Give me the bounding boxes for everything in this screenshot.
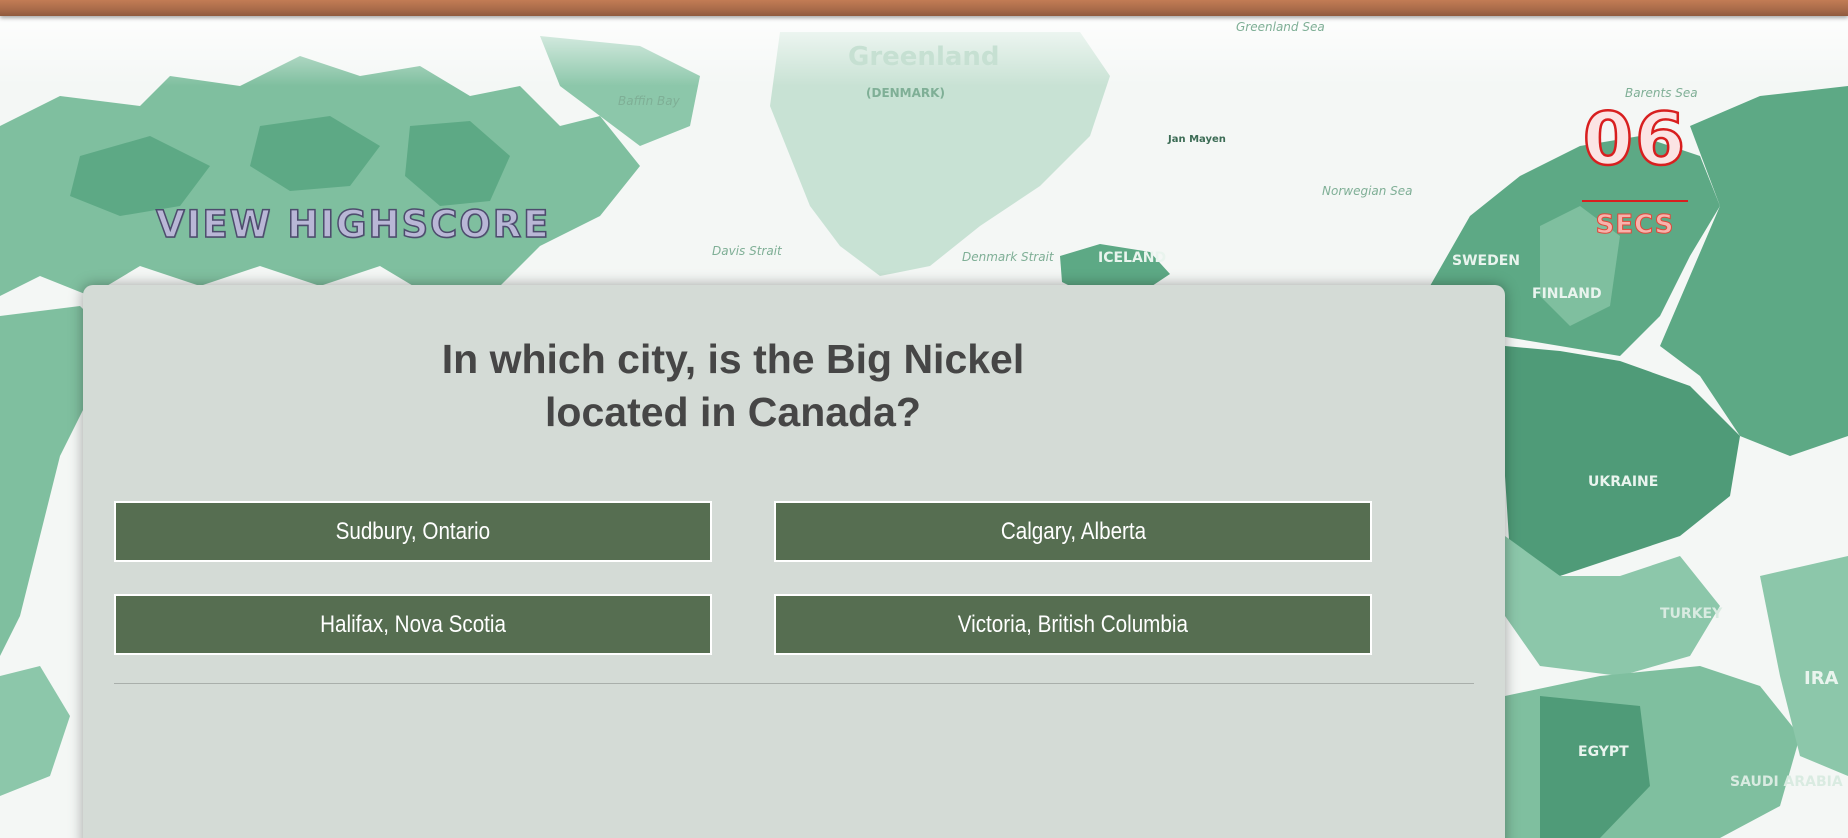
- map-label-greenland-sea: Greenland Sea: [1236, 20, 1325, 34]
- map-label-egypt: EGYPT: [1578, 744, 1629, 760]
- map-label-sweden: SWEDEN: [1452, 253, 1520, 269]
- countdown-timer: 06 SECS: [1582, 96, 1688, 241]
- map-label-norwegian-sea: Norwegian Sea: [1322, 184, 1413, 198]
- question-text: In which city, is the Big Nickel located…: [441, 336, 1025, 435]
- answer-option-2[interactable]: Calgary, Alberta: [774, 501, 1372, 562]
- map-label-denmark-strait: Denmark Strait: [962, 250, 1054, 264]
- map-label-greenland: Greenland: [848, 42, 1000, 72]
- card-divider: [114, 683, 1474, 684]
- map-label-turkey: TURKEY: [1660, 606, 1723, 622]
- answer-option-4[interactable]: Victoria, British Columbia: [774, 594, 1372, 655]
- map-label-iceland: ICELAND: [1098, 250, 1167, 266]
- timer-divider: [1582, 200, 1688, 202]
- timer-value: 06: [1582, 96, 1688, 183]
- map-label-ira: IRA: [1804, 668, 1839, 689]
- timer-unit: SECS: [1595, 210, 1675, 241]
- answer-option-3-label: Halifax, Nova Scotia: [320, 611, 506, 638]
- view-highscore-link[interactable]: VIEW HIGHSCORE: [155, 202, 550, 247]
- answer-option-3[interactable]: Halifax, Nova Scotia: [114, 594, 712, 655]
- map-label-jan-mayen: Jan Mayen: [1168, 134, 1226, 145]
- map-label-finland: FINLAND: [1532, 286, 1602, 302]
- map-label-davis-strait: Davis Strait: [712, 244, 782, 258]
- map-label-baffin-bay: Baffin Bay: [618, 94, 680, 108]
- answer-option-1-label: Sudbury, Ontario: [335, 518, 491, 545]
- map-label-ukraine: UKRAINE: [1588, 474, 1659, 490]
- map-label-denmark: (DENMARK): [866, 86, 945, 100]
- answer-option-1[interactable]: Sudbury, Ontario: [114, 501, 712, 562]
- answer-option-2-label: Calgary, Alberta: [1000, 518, 1146, 545]
- answer-option-4-label: Victoria, British Columbia: [957, 611, 1189, 638]
- quiz-card: In which city, is the Big Nickel located…: [83, 285, 1505, 838]
- map-label-saudi-arabia: SAUDI ARABIA: [1730, 774, 1843, 790]
- wood-frame-top: [0, 0, 1848, 16]
